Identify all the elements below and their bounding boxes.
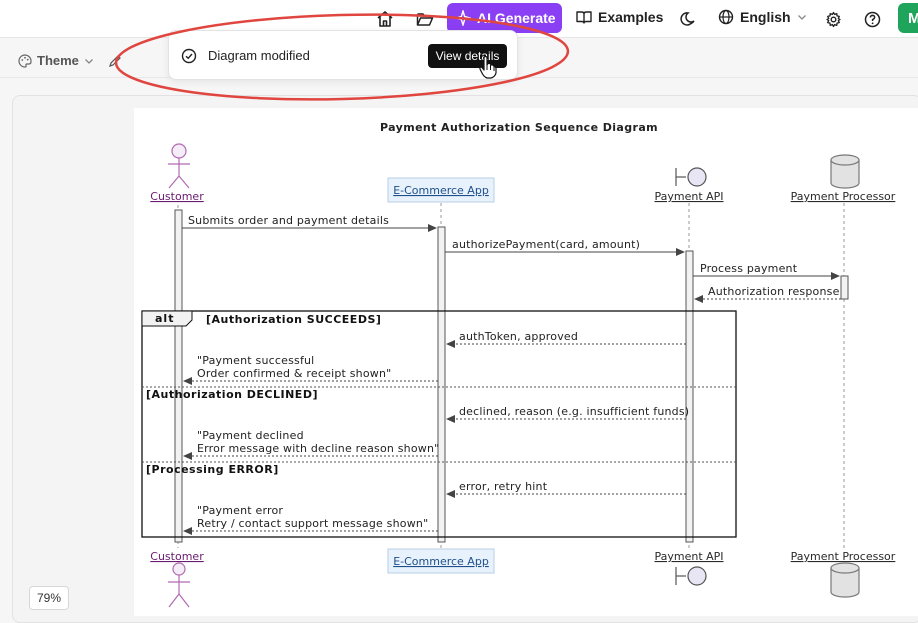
message-5: authToken, approved — [459, 330, 578, 343]
boundary-icon — [675, 167, 707, 187]
message-9: error, retry hint — [459, 480, 548, 493]
check-circle-icon — [181, 48, 197, 64]
activation-customer — [174, 209, 183, 543]
message-4: Authorization response — [708, 285, 840, 298]
activation-api — [685, 250, 694, 543]
message-10-line1: "Payment error — [197, 504, 283, 517]
message-8-line2: Error message with decline reason shown" — [197, 442, 439, 455]
participant-app: E-Commerce App — [393, 184, 489, 197]
participant-customer[interactable]: Customer — [150, 190, 204, 203]
participant-api-bottom[interactable]: Payment API — [654, 550, 723, 563]
message-3: Process payment — [700, 262, 798, 275]
participant-processor[interactable]: Payment Processor — [791, 190, 896, 203]
alt-guard-succeeds: [Authorization SUCCEEDS] — [206, 313, 381, 326]
customer-actor-icon — [168, 143, 190, 189]
hand-cursor-icon — [479, 55, 497, 79]
database-icon — [830, 154, 860, 189]
diagram-title: Payment Authorization Sequence Diagram — [380, 121, 658, 134]
alt-guard-declined: [Authorization DECLINED] — [146, 388, 318, 401]
alt-keyword: alt — [155, 312, 174, 325]
message-8-line1: "Payment declined — [197, 429, 304, 442]
alt-guard-error: [Processing ERROR] — [146, 463, 279, 476]
activation-processor — [840, 275, 849, 300]
message-7: declined, reason (e.g. insufficient fund… — [459, 405, 689, 418]
diagram-modified-toast: Diagram modified View details — [168, 30, 518, 80]
sequence-diagram: Payment Authorization Sequence Diagram C… — [141, 121, 896, 608]
participant-api[interactable]: Payment API — [654, 190, 723, 203]
toast-message: Diagram modified — [208, 48, 310, 63]
message-6-line1: "Payment successful — [197, 354, 314, 367]
zoom-level[interactable]: 79% — [29, 586, 69, 610]
message-10-line2: Retry / contact support message shown" — [197, 517, 428, 530]
participant-app-bottom: E-Commerce App — [393, 555, 489, 568]
message-6-line2: Order confirmed & receipt shown" — [197, 367, 391, 380]
activation-app — [437, 226, 446, 543]
boundary-icon — [675, 566, 707, 586]
participant-processor-bottom[interactable]: Payment Processor — [791, 550, 896, 563]
participant-customer-bottom[interactable]: Customer — [150, 550, 204, 563]
customer-actor-icon — [168, 562, 190, 608]
database-icon — [830, 562, 860, 598]
message-1: Submits order and payment details — [188, 214, 389, 227]
message-2: authorizePayment(card, amount) — [452, 238, 640, 251]
